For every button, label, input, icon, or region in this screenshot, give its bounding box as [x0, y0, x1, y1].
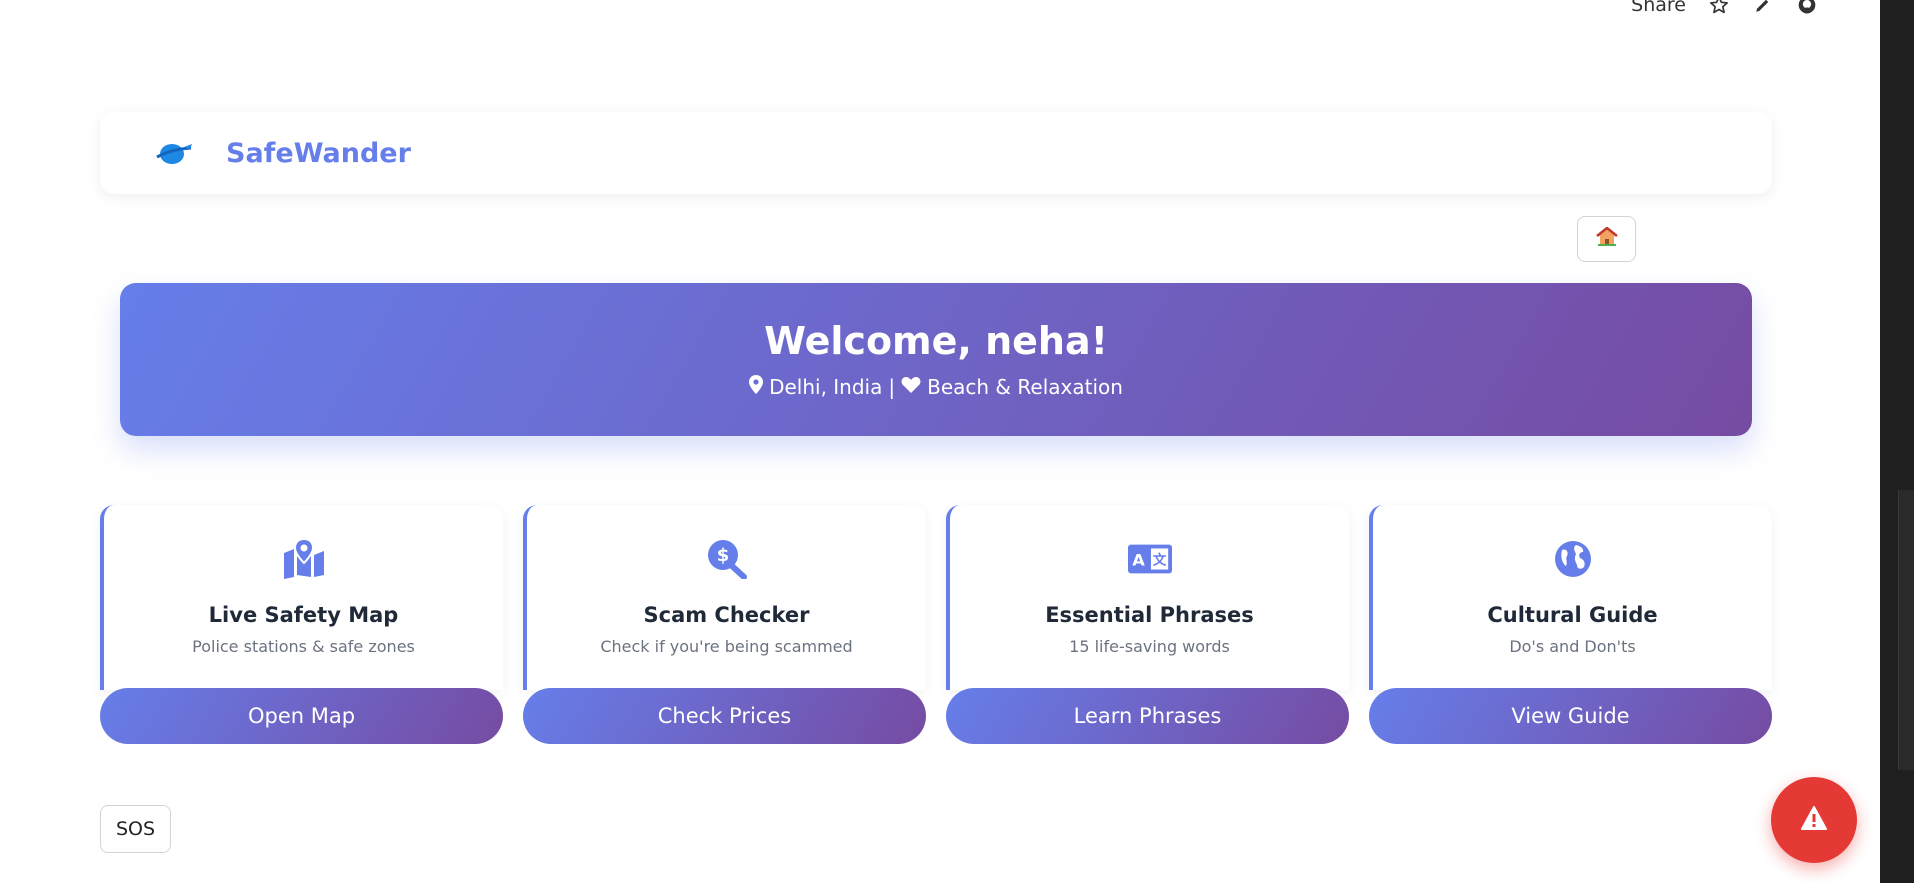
github-icon[interactable] [1796, 0, 1818, 16]
card-description: Check if you're being scammed [600, 637, 853, 656]
star-icon[interactable] [1708, 0, 1730, 16]
svg-text:A: A [1132, 551, 1145, 570]
house-icon [1595, 226, 1618, 251]
welcome-heading: Welcome, neha! [764, 319, 1108, 363]
card-essential-phrases: A 文 Essential Phrases 15 life-saving wor… [946, 505, 1349, 690]
svg-text:文: 文 [1152, 552, 1166, 569]
view-guide-button[interactable]: View Guide [1369, 688, 1772, 744]
svg-text:$: $ [716, 545, 729, 566]
card-description: Do's and Don'ts [1509, 637, 1636, 656]
pencil-icon[interactable] [1752, 0, 1774, 16]
welcome-banner: Welcome, neha! Delhi, India | Beach & Re… [120, 283, 1752, 436]
heart-icon [901, 375, 921, 399]
language-icon: A 文 [1127, 537, 1172, 581]
search-dollar-icon: $ [705, 537, 749, 581]
card-live-safety-map: Live Safety Map Police stations & safe z… [100, 505, 503, 690]
globe-icon [1551, 537, 1595, 581]
home-button[interactable] [1577, 216, 1636, 262]
card-description: 15 life-saving words [1069, 637, 1230, 656]
interest-text: Beach & Relaxation [927, 375, 1123, 399]
card-title: Live Safety Map [208, 603, 399, 627]
location-text: Delhi, India [769, 375, 883, 399]
card-title: Scam Checker [643, 603, 810, 627]
brand-name[interactable]: SafeWander [226, 138, 411, 169]
emergency-fab[interactable] [1771, 777, 1857, 863]
card-description: Police stations & safe zones [192, 637, 415, 656]
app-header: SafeWander [100, 112, 1772, 194]
card-cultural-guide: Cultural Guide Do's and Don'ts [1369, 505, 1772, 690]
learn-phrases-button[interactable]: Learn Phrases [946, 688, 1349, 744]
sos-button[interactable]: SOS [100, 805, 171, 853]
card-title: Essential Phrases [1045, 603, 1254, 627]
card-scam-checker: $ Scam Checker Check if you're being sca… [523, 505, 926, 690]
share-button[interactable]: Share [1631, 0, 1686, 16]
open-map-button[interactable]: Open Map [100, 688, 503, 744]
map-icon [282, 537, 326, 581]
card-title: Cultural Guide [1487, 603, 1658, 627]
map-marker-icon [749, 375, 764, 399]
separator: | [888, 375, 896, 399]
side-panel-strip [1880, 0, 1914, 883]
welcome-subtitle: Delhi, India | Beach & Relaxation [120, 375, 1752, 399]
top-toolbar: Share [1631, 0, 1818, 16]
check-prices-button[interactable]: Check Prices [523, 688, 926, 744]
warning-icon [1801, 806, 1827, 834]
planet-icon [154, 138, 196, 168]
